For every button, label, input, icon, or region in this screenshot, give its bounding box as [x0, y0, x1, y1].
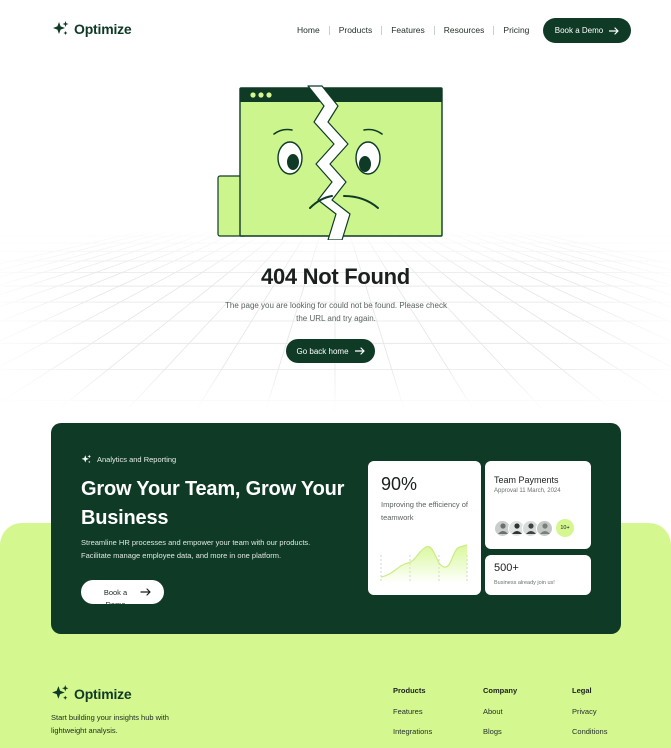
footer-column-legal: Legal Privacy Conditions: [572, 686, 607, 748]
nav-pricing[interactable]: Pricing: [494, 23, 538, 37]
error-title: 404 Not Found: [261, 264, 410, 289]
footer-heading: Legal: [572, 686, 592, 695]
efficiency-card: 90% Improving the efficiency of teamwork: [368, 461, 481, 595]
avatar-group: 10+: [494, 519, 574, 537]
footer-brand-name: Optimize: [74, 685, 132, 702]
promo-tag: Analytics and Reporting: [81, 454, 176, 465]
arrow-right-icon: [140, 588, 151, 596]
team-payments-title: Team Payments: [494, 475, 559, 485]
nav-features[interactable]: Features: [382, 23, 434, 37]
business-count-card: 500+ Business already join us!: [485, 555, 591, 595]
go-back-home-label: Go back home: [296, 346, 349, 356]
arrow-right-icon: [354, 347, 365, 355]
footer-column-products: Products Features Integrations: [393, 686, 432, 748]
promo-banner: Analytics and Reporting Grow Your Team, …: [51, 423, 621, 634]
footer-heading: Products: [393, 686, 426, 695]
business-count-value: 500+: [494, 562, 519, 574]
footer-link-about[interactable]: About: [483, 708, 517, 716]
nav-home[interactable]: Home: [288, 23, 329, 37]
nav-resources[interactable]: Resources: [435, 23, 494, 37]
more-avatars-badge: 10+: [556, 519, 574, 537]
team-payments-card: Team Payments Approval 11 March, 2024 10…: [485, 461, 591, 549]
footer-link-blogs[interactable]: Blogs: [483, 728, 517, 736]
footer-logo[interactable]: Optimize: [51, 684, 132, 703]
team-payments-date: Approval 11 March, 2024: [494, 488, 561, 494]
logo[interactable]: Optimize: [52, 20, 132, 38]
promo-body: Streamline HR processes and empower your…: [81, 538, 311, 560]
sparkle-icon: [53, 21, 69, 35]
efficiency-label: Improving the efficiency of teamwork: [381, 500, 468, 522]
error-description: The page you are looking for could not b…: [225, 301, 447, 323]
promo-tag-label: Analytics and Reporting: [97, 455, 177, 464]
business-count-label: Business already join us!: [494, 580, 555, 586]
efficiency-value: 90%: [381, 474, 418, 494]
promo-book-demo-button[interactable]: Book a Demo: [81, 580, 164, 604]
promo-book-demo-label: Book a Demo: [103, 588, 128, 604]
site-header: Optimize Home Products Features Resource…: [0, 0, 671, 62]
nav-products[interactable]: Products: [330, 23, 382, 37]
go-back-home-button[interactable]: Go back home: [286, 339, 375, 363]
promo-heading: Grow Your Team, Grow Your Business: [81, 478, 345, 529]
avatar: [536, 519, 553, 537]
efficiency-sparkline: [380, 544, 468, 583]
book-demo-button[interactable]: Book a Demo: [543, 18, 631, 43]
main-nav: Home Products Features Resources Pricing: [288, 23, 538, 37]
footer-tagline: Start building your insights hub with li…: [51, 713, 169, 735]
arrow-right-icon: [609, 26, 619, 35]
sparkle-icon: [52, 685, 69, 700]
footer-link-conditions[interactable]: Conditions: [572, 728, 607, 736]
sparkle-icon: [81, 454, 92, 464]
footer-column-company: Company About Blogs: [483, 686, 517, 748]
footer-link-features[interactable]: Features: [393, 708, 432, 716]
brand-name: Optimize: [74, 21, 132, 37]
footer-link-integrations[interactable]: Integrations: [393, 728, 432, 736]
footer-link-privacy[interactable]: Privacy: [572, 708, 607, 716]
broken-browser-illustration: [217, 85, 443, 240]
footer-heading: Company: [483, 686, 518, 695]
book-demo-label: Book a Demo: [554, 26, 604, 35]
